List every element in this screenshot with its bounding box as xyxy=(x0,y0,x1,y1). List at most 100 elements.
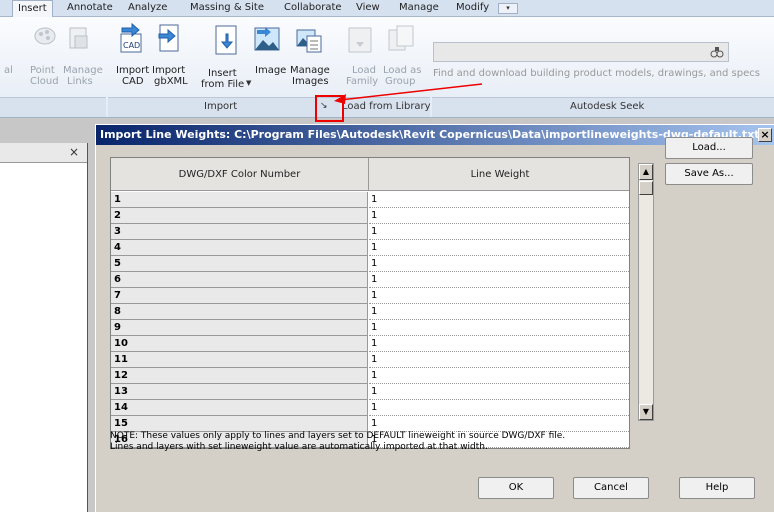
color-number-cell: 5 xyxy=(111,256,368,272)
line-weight-cell[interactable]: 1 xyxy=(369,272,629,288)
color-number-cell: 2 xyxy=(111,208,368,224)
color-number-cell: 3 xyxy=(111,224,368,240)
line-weight-cell[interactable]: 1 xyxy=(369,192,629,208)
cancel-button[interactable]: Cancel xyxy=(573,477,649,499)
color-number-cell: 11 xyxy=(111,352,368,368)
table-row: 71 xyxy=(111,288,629,304)
table-row: 21 xyxy=(111,208,629,224)
insert-from-file-label-2: from File xyxy=(201,79,245,90)
table-row: 81 xyxy=(111,304,629,320)
line-weight-cell[interactable]: 1 xyxy=(369,304,629,320)
import-gbxml-icon xyxy=(158,24,179,52)
tab-annotate[interactable]: Annotate xyxy=(67,2,113,13)
line-weight-cell[interactable]: 1 xyxy=(369,224,629,240)
table-row: 41 xyxy=(111,240,629,256)
seek-placeholder-text: Find and download building product model… xyxy=(433,68,760,79)
column-header-line-weight[interactable]: Line Weight xyxy=(369,158,629,191)
panel-bar-left xyxy=(0,97,106,117)
note-line-1: NOTE: These values only apply to lines a… xyxy=(110,431,566,441)
table-row: 61 xyxy=(111,272,629,288)
line-weight-cell[interactable]: 1 xyxy=(369,384,629,400)
table-row: 14 1 xyxy=(111,400,629,416)
table-row: 10 1 xyxy=(111,336,629,352)
manage-images-label-1: Manage xyxy=(290,65,330,76)
dialog-close-button[interactable]: × xyxy=(758,128,772,142)
table-row: 31 xyxy=(111,224,629,240)
scroll-thumb[interactable] xyxy=(639,181,653,195)
load-button[interactable]: Load... xyxy=(665,137,753,159)
manage-links-icon xyxy=(69,27,88,49)
manage-links-label-2: Links xyxy=(67,76,93,87)
color-number-cell: 8 xyxy=(111,304,368,320)
dialog-title: Import Line Weights: C:\Program Files\Au… xyxy=(100,128,760,141)
project-browser-header: × xyxy=(0,143,87,163)
load-family-icon xyxy=(348,27,372,53)
ribbon-tab-bar: Insert Annotate Analyze Massing & Site C… xyxy=(0,0,774,18)
annotation-arrow-icon xyxy=(334,83,483,104)
column-header-color-number[interactable]: DWG/DXF Color Number xyxy=(111,158,369,191)
color-number-cell: 6 xyxy=(111,272,368,288)
tab-collaborate[interactable]: Collaborate xyxy=(284,2,342,13)
tab-overflow-icon[interactable]: ▾ xyxy=(498,3,518,14)
scroll-down-arrow-icon[interactable]: ▼ xyxy=(639,404,653,420)
panel-bar-import: Import ↘ xyxy=(108,97,340,117)
point-cloud-label-1: Point xyxy=(30,65,55,76)
color-number-cell: 13 xyxy=(111,384,368,400)
help-button[interactable]: Help xyxy=(679,477,755,499)
import-cad-icon: CAD xyxy=(120,22,142,53)
line-weight-cell[interactable]: 1 xyxy=(369,416,629,432)
manage-images-icon xyxy=(296,29,322,53)
note-line-2: Lines and layers with set lineweight val… xyxy=(110,442,488,452)
import-cad-label-2: CAD xyxy=(122,76,144,87)
table-row: 11 xyxy=(111,192,629,208)
table-row: 13 1 xyxy=(111,384,629,400)
insert-from-file-icon xyxy=(215,25,237,55)
seek-search-input[interactable] xyxy=(433,42,729,62)
revit-window: Insert Annotate Analyze Massing & Site C… xyxy=(0,0,774,512)
table-row: 12 1 xyxy=(111,368,629,384)
color-number-cell: 1 xyxy=(111,192,368,208)
save-as-button[interactable]: Save As... xyxy=(665,163,753,185)
svg-text:CAD: CAD xyxy=(123,41,140,50)
import-cad-label-1: Import xyxy=(116,65,150,76)
line-weight-cell[interactable]: 1 xyxy=(369,336,629,352)
insert-from-file-dropdown-icon[interactable]: ▼ xyxy=(246,79,251,87)
line-weight-cell[interactable]: 1 xyxy=(369,400,629,416)
tab-view[interactable]: View xyxy=(356,2,380,13)
line-weight-cell[interactable]: 1 xyxy=(369,352,629,368)
project-browser-pane: × xyxy=(0,143,88,512)
line-weight-cell[interactable]: 1 xyxy=(369,240,629,256)
color-number-cell: 9 xyxy=(111,320,368,336)
line-weight-cell[interactable]: 1 xyxy=(369,368,629,384)
import-gbxml-label-1: Import xyxy=(152,65,186,76)
color-number-cell: 10 xyxy=(111,336,368,352)
color-number-cell: 14 xyxy=(111,400,368,416)
table-row: 11 1 xyxy=(111,352,629,368)
line-weight-cell[interactable]: 1 xyxy=(369,208,629,224)
color-number-cell: 12 xyxy=(111,368,368,384)
line-weight-cell[interactable]: 1 xyxy=(369,320,629,336)
color-number-cell: 7 xyxy=(111,288,368,304)
import-line-weights-dialog: Import Line Weights: C:\Program Files\Au… xyxy=(95,124,774,512)
tab-insert[interactable]: Insert xyxy=(12,0,53,18)
line-weight-cell[interactable]: 1 xyxy=(369,288,629,304)
tab-massing-site[interactable]: Massing & Site xyxy=(190,2,264,13)
load-as-group-icon xyxy=(388,25,414,51)
binoculars-icon[interactable] xyxy=(710,46,724,58)
manage-links-label-1: Manage xyxy=(63,65,103,76)
load-family-label-1: Load xyxy=(352,65,376,76)
ok-button[interactable]: OK xyxy=(478,477,554,499)
scroll-up-arrow-icon[interactable]: ▲ xyxy=(639,164,653,180)
close-icon[interactable]: × xyxy=(69,145,79,159)
line-weight-table: DWG/DXF Color Number Line Weight 1121314… xyxy=(110,157,630,449)
tab-analyze[interactable]: Analyze xyxy=(128,2,167,13)
table-scrollbar[interactable]: ▲ ▼ xyxy=(638,163,654,421)
tab-manage[interactable]: Manage xyxy=(399,2,439,13)
panel-title-autodesk-seek: Autodesk Seek xyxy=(570,101,645,112)
partial-button-label: al xyxy=(4,65,13,76)
point-cloud-label-2: Cloud xyxy=(30,76,59,87)
tab-modify[interactable]: Modify xyxy=(456,2,489,13)
line-weight-cell[interactable]: 1 xyxy=(369,256,629,272)
table-row: 15 1 xyxy=(111,416,629,432)
manage-images-label-2: Images xyxy=(292,76,329,87)
